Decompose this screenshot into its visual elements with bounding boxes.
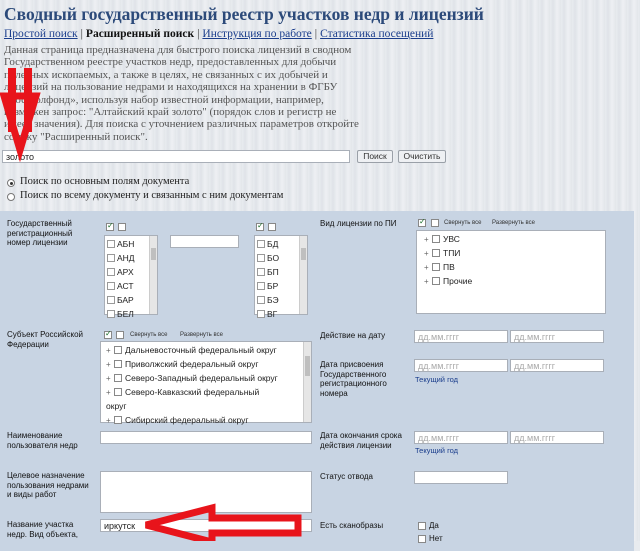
left-arrow-annotation [145,503,302,541]
annotation-overlay [0,68,302,541]
down-arrow-annotation [0,68,41,163]
